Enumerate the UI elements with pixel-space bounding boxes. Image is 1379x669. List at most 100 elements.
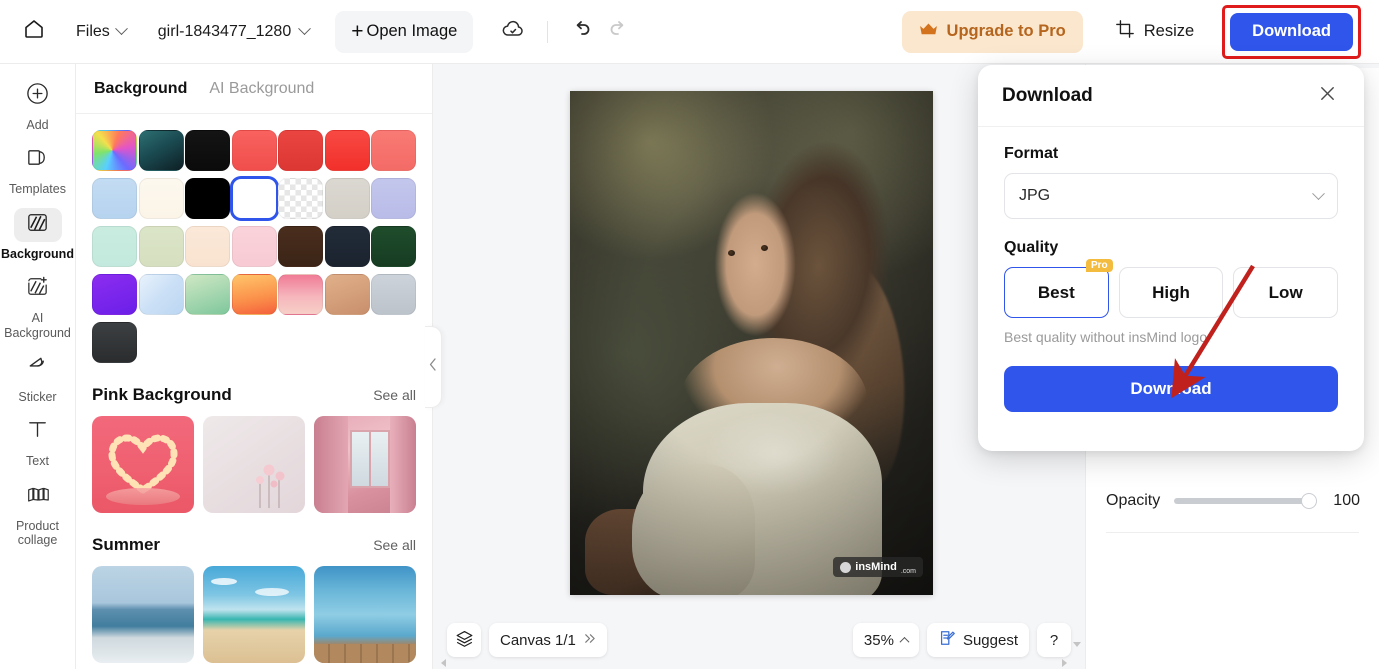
swatch-pink-gradient[interactable]: [278, 274, 323, 315]
swatch-periwinkle[interactable]: [371, 178, 416, 219]
resize-button[interactable]: Resize: [1104, 11, 1205, 52]
redo-icon: [606, 17, 630, 46]
see-all-link[interactable]: See all: [373, 537, 416, 553]
files-menu[interactable]: Files: [76, 22, 128, 41]
scroll-right-arrow[interactable]: [1062, 659, 1067, 667]
scroll-left-arrow[interactable]: [441, 659, 446, 667]
opacity-label: Opacity: [1106, 492, 1161, 509]
swatch-green-gradient[interactable]: [185, 274, 230, 315]
swatch-strong-red[interactable]: [278, 130, 323, 171]
window-mullion-decor: [369, 430, 371, 488]
swatch-white[interactable]: [231, 178, 277, 219]
canvas-pages-button[interactable]: Canvas 1/1: [489, 623, 607, 657]
sidebar-item-label: Text: [26, 454, 49, 469]
suggest-label: Suggest: [962, 631, 1018, 649]
sidebar-item-add[interactable]: Add: [3, 76, 73, 138]
swatch-warm-gray[interactable]: [324, 178, 370, 219]
swatch-transparent[interactable]: [278, 178, 323, 219]
upgrade-to-pro-button[interactable]: Upgrade to Pro: [901, 10, 1083, 53]
watermark-text: insMind: [855, 561, 897, 573]
see-all-link[interactable]: See all: [373, 387, 416, 403]
panel-tabs: Background AI Background: [76, 64, 432, 114]
swatch-peach-cream[interactable]: [185, 226, 230, 267]
swatch-salmon-red[interactable]: [371, 130, 416, 171]
undo-button[interactable]: [564, 14, 600, 50]
opacity-slider[interactable]: [1174, 493, 1317, 509]
swatch-near-black[interactable]: [185, 130, 230, 171]
swatch-black[interactable]: [185, 178, 230, 219]
open-image-button[interactable]: + Open Image: [335, 10, 474, 53]
close-button[interactable]: [1314, 83, 1340, 109]
cloud-save-status-button[interactable]: [495, 14, 531, 50]
thumb-beach-sand-sky[interactable]: [203, 566, 305, 663]
format-select[interactable]: JPG: [1004, 173, 1338, 219]
plus-icon: +: [351, 20, 364, 43]
resize-label: Resize: [1143, 22, 1195, 40]
quality-option-high[interactable]: High: [1118, 267, 1224, 318]
swatch-orange-gradient[interactable]: [231, 274, 277, 315]
swatch-tan-gradient[interactable]: [324, 274, 370, 315]
swatch-mint[interactable]: [92, 226, 137, 267]
swatch-dark-brown[interactable]: [278, 226, 323, 267]
swatch-graphite-gradient[interactable]: [92, 322, 137, 363]
zoom-level-button[interactable]: 35%: [852, 623, 919, 657]
artboard[interactable]: insMind .com: [570, 91, 933, 595]
swatch-coral-red[interactable]: [231, 130, 277, 171]
horizontal-scrollbar[interactable]: [441, 659, 1067, 667]
swatch-sage[interactable]: [138, 226, 184, 267]
swatch-cream-white[interactable]: [138, 178, 184, 219]
sidebar-item-text[interactable]: Text: [3, 412, 73, 474]
thumb-pale-pink-flowers[interactable]: [203, 416, 305, 513]
portrait-photo: [570, 91, 933, 595]
swatch-teal-dark-gradient[interactable]: [138, 130, 184, 171]
vertical-scroll-indicator[interactable]: [1073, 642, 1081, 647]
opacity-slider-handle[interactable]: [1301, 493, 1317, 509]
thumb-calm-ocean-horizon[interactable]: [92, 566, 194, 663]
swatch-navy-charcoal[interactable]: [324, 226, 370, 267]
help-button[interactable]: ?: [1037, 623, 1071, 657]
swatch-light-blue[interactable]: [92, 178, 137, 219]
swatch-bright-red[interactable]: [324, 130, 370, 171]
sidebar-item-background[interactable]: Background: [1, 205, 74, 267]
swatch-silver-gradient[interactable]: [371, 274, 416, 315]
redo-button[interactable]: [600, 14, 636, 50]
thumb-pool-water-deck[interactable]: [314, 566, 416, 663]
watermark-tld: .com: [900, 568, 916, 575]
sidebar-item-label: Background: [1, 246, 74, 261]
help-label: ?: [1049, 631, 1059, 649]
suggest-button[interactable]: Suggest: [926, 623, 1029, 657]
swatch-violet-gradient[interactable]: [92, 274, 137, 315]
popover-download-button[interactable]: Download: [1004, 366, 1338, 412]
sidebar-item-sticker[interactable]: Sticker: [3, 348, 73, 410]
download-button[interactable]: Download: [1230, 12, 1353, 51]
tab-ai-background[interactable]: AI Background: [209, 80, 314, 98]
swatch-ice-blue-gradient[interactable]: [138, 274, 184, 315]
toolbar-divider: [547, 20, 549, 43]
download-button-highlight: Download: [1222, 4, 1361, 59]
chevron-left-icon: [429, 358, 437, 376]
chevron-down-icon: [1312, 186, 1325, 200]
layers-button[interactable]: [447, 623, 481, 657]
tab-background[interactable]: Background: [94, 80, 187, 98]
swatch-rainbow-gradient[interactable]: [92, 130, 137, 171]
files-menu-label: Files: [76, 22, 110, 40]
sidebar-item-ai-background[interactable]: AI Background: [3, 269, 73, 346]
thumb-pink-curtain-window[interactable]: [314, 416, 416, 513]
cloud-saved-icon: [501, 17, 525, 46]
opacity-value[interactable]: 100: [1330, 492, 1360, 510]
home-icon: [22, 17, 46, 46]
templates-icon: [25, 145, 50, 175]
text-icon: [25, 417, 50, 447]
home-button[interactable]: [14, 12, 54, 52]
swatch-forest-green[interactable]: [371, 226, 416, 267]
sidebar-item-templates[interactable]: Templates: [3, 140, 73, 202]
quality-option-best[interactable]: Best Pro: [1004, 259, 1113, 318]
swatch-baby-pink[interactable]: [231, 226, 277, 267]
color-swatch-grid: [92, 130, 416, 363]
sidebar-item-product-collage[interactable]: Product collage: [3, 477, 73, 554]
collapse-panel-button[interactable]: [425, 326, 442, 408]
quality-option-low[interactable]: Low: [1233, 267, 1339, 318]
document-name-menu[interactable]: girl-1843477_1280: [158, 22, 312, 41]
thumb-pink-heart-light-podium[interactable]: [92, 416, 194, 513]
undo-icon: [570, 17, 594, 46]
